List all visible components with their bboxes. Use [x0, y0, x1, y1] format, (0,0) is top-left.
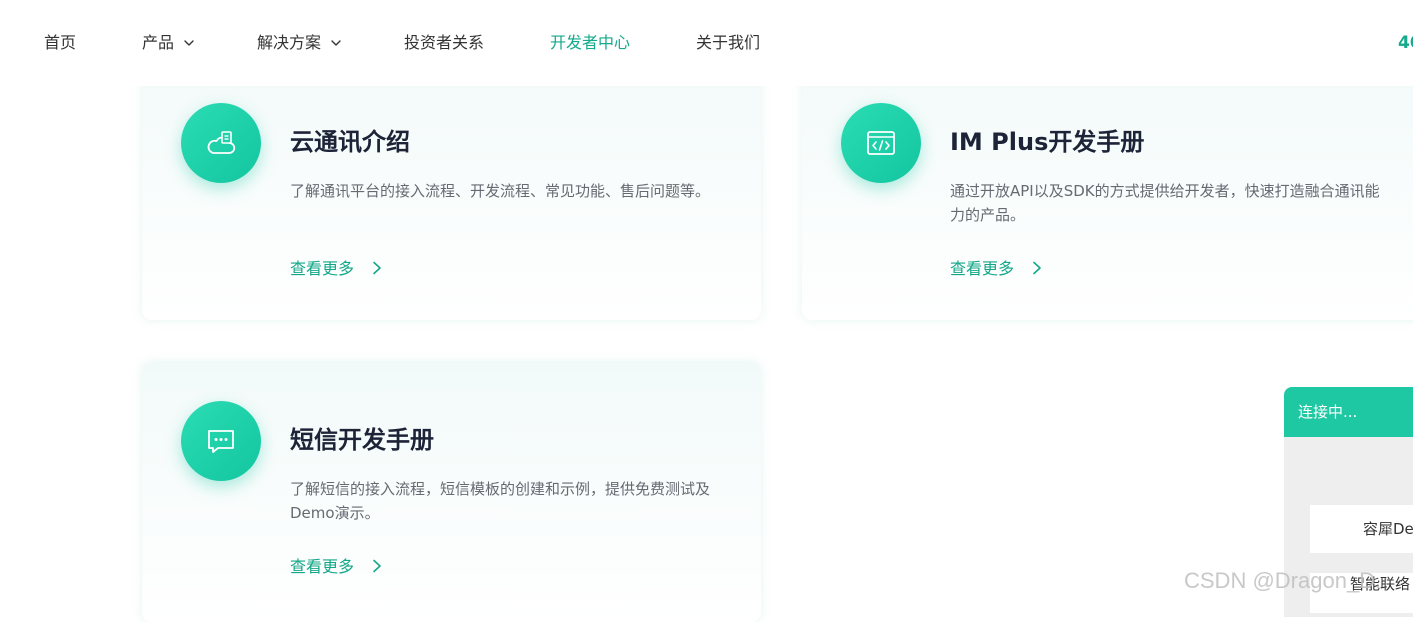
card-link-label: 查看更多 [950, 259, 1015, 278]
card-im-plus-manual: IM Plus开发手册 通过开放API以及SDK的方式提供给开发者，快速打造融合… [802, 60, 1413, 320]
card-icon-badge [841, 103, 921, 183]
card-description: 了解通讯平台的接入流程、开发流程、常见功能、售后问题等。 [290, 182, 711, 200]
hotline-number[interactable]: 40 [1398, 31, 1413, 55]
cloud-document-icon [207, 131, 236, 154]
nav-item-products[interactable]: 产品 [142, 31, 195, 55]
card-icon-badge [181, 401, 261, 481]
nav-item-label: 关于我们 [696, 33, 761, 52]
card-title: IM Plus开发手册 [950, 128, 1145, 156]
card-title: 短信开发手册 [290, 426, 434, 454]
card-cloud-communication: 云通讯介绍 了解通讯平台的接入流程、开发流程、常见功能、售后问题等。 查看更多 [142, 60, 761, 320]
card-view-more-link[interactable]: 查看更多 [290, 257, 383, 281]
card-link-label: 查看更多 [290, 557, 355, 576]
chat-message: 容犀De [1310, 505, 1413, 553]
card-icon-badge [181, 103, 261, 183]
card-view-more-link[interactable]: 查看更多 [290, 555, 383, 579]
nav-item-label: 投资者关系 [404, 33, 485, 52]
card-title: 云通讯介绍 [290, 128, 410, 156]
watermark: CSDN @Dragon_D. [1184, 568, 1382, 593]
nav-item-solutions[interactable]: 解决方案 [257, 31, 342, 55]
nav-item-label: 首页 [44, 33, 77, 52]
nav-item-about-us[interactable]: 关于我们 [696, 31, 760, 55]
chevron-right-icon [373, 261, 381, 275]
nav-item-label: 开发者中心 [550, 33, 631, 52]
chat-status: 连接中... [1284, 387, 1413, 437]
top-navbar: 首页 产品 解决方案 投资者关系 开发者中心 关于我们 40 [0, 0, 1413, 86]
nav-item-investors[interactable]: 投资者关系 [404, 31, 484, 55]
card-view-more-link[interactable]: 查看更多 [950, 257, 1043, 281]
chevron-right-icon [1033, 261, 1041, 275]
chevron-down-icon [184, 40, 194, 46]
code-window-icon [867, 131, 895, 155]
card-description: 了解短信的接入流程，短信模板的创建和示例，提供免费测试及Demo演示。 [290, 480, 711, 522]
nav-item-label: 解决方案 [257, 33, 322, 52]
nav-item-developer-center[interactable]: 开发者中心 [550, 31, 630, 55]
chevron-down-icon [331, 40, 341, 46]
card-description: 通过开放API以及SDK的方式提供给开发者，快速打造融合通讯能力的产品。 [950, 182, 1380, 224]
nav-item-label: 产品 [142, 33, 175, 52]
chevron-right-icon [373, 559, 381, 573]
card-sms-manual: 短信开发手册 了解短信的接入流程，短信模板的创建和示例，提供免费测试及Demo演… [142, 362, 761, 622]
chat-bubble-icon [208, 430, 234, 453]
nav-item-home[interactable]: 首页 [44, 31, 76, 55]
card-link-label: 查看更多 [290, 259, 355, 278]
